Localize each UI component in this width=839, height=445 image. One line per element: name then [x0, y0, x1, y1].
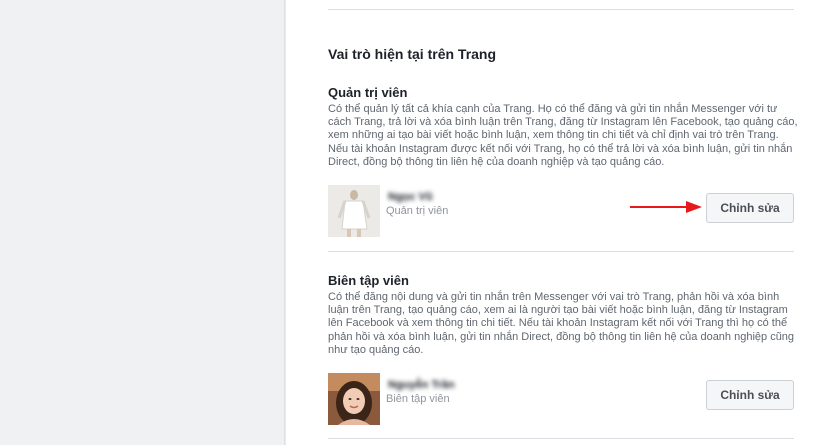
- description-line: phản hồi và xóa bình luận, gửi tin nhắn …: [328, 330, 795, 343]
- user-row-editor: Nguyễn Trần Biên tập viên Chỉnh sửa: [328, 373, 794, 425]
- description-line: Direct, đồng bộ thông tin liên hệ của do…: [328, 155, 665, 168]
- description-line: Nếu tài khoản Instagram được kết nối với…: [328, 142, 793, 155]
- user-name[interactable]: Ngọc Vũ: [388, 191, 433, 203]
- role-title-admin: Quản trị viên: [328, 85, 408, 100]
- user-role-label: Biên tập viên: [386, 393, 450, 405]
- role-divider: [328, 251, 794, 252]
- user-row-admin: Ngọc Vũ Quản trị viên Chỉnh sửa: [328, 185, 794, 237]
- avatar[interactable]: [328, 373, 380, 425]
- annotation-arrow-icon: [630, 201, 702, 213]
- description-line: Có thể đăng nội dung và gửi tin nhắn trê…: [328, 291, 780, 303]
- edit-button[interactable]: Chỉnh sửa: [706, 193, 794, 223]
- description-line: luận trên Trang, tạo quảng cáo, xem ai l…: [328, 304, 788, 317]
- role-description-editor: Có thể đăng nội dung và gửi tin nhắn trê…: [328, 291, 798, 357]
- description-line: lên Facebook và xem thông tin chi tiết. …: [328, 317, 788, 330]
- description-line: như tạo quảng cáo.: [328, 343, 424, 356]
- role-divider: [328, 438, 794, 439]
- left-sidebar-blank: [0, 0, 285, 445]
- edit-button[interactable]: Chỉnh sửa: [706, 380, 794, 410]
- top-divider: [328, 9, 794, 10]
- description-line: xem những ai tạo bài viết hoặc bình luận…: [328, 129, 779, 142]
- user-role-label: Quản trị viên: [386, 205, 449, 217]
- section-title: Vai trò hiện tại trên Trang: [328, 46, 497, 62]
- page-roles-panel: Vai trò hiện tại trên Trang Quản trị viê…: [286, 0, 839, 445]
- role-description-admin: Có thể quản lý tất cả khía cạnh của Tran…: [328, 103, 798, 169]
- description-line: Có thể quản lý tất cả khía cạnh của Tran…: [328, 103, 778, 115]
- role-title-editor: Biên tập viên: [328, 273, 409, 288]
- user-name[interactable]: Nguyễn Trần: [388, 379, 455, 391]
- description-line: cách Trang, trả lời và xóa bình luận trê…: [328, 116, 798, 129]
- avatar[interactable]: [328, 185, 380, 237]
